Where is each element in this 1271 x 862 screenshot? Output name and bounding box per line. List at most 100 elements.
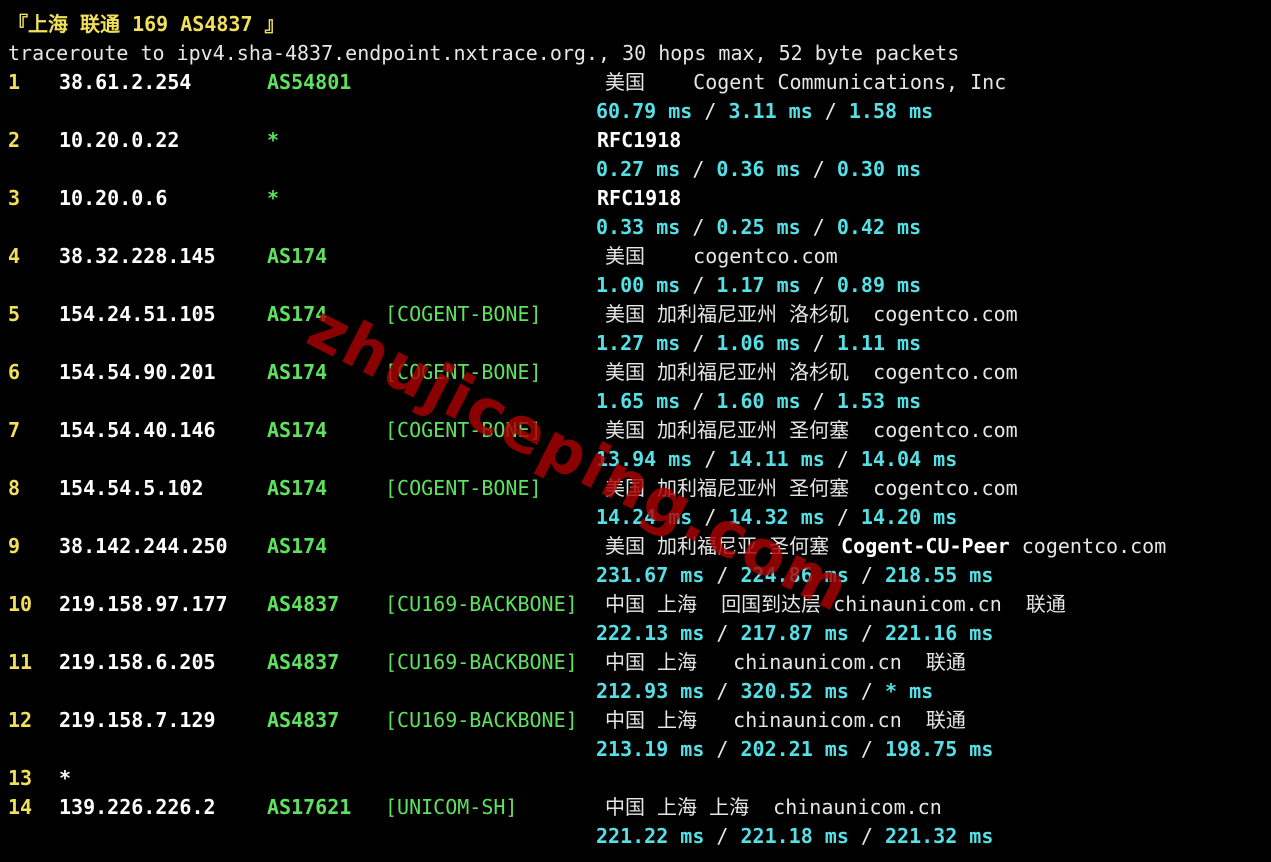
hop-rtt-row: 222.13 ms / 217.87 ms / 221.16 ms [596, 619, 993, 648]
hop-tag: [COGENT-BONE] [385, 418, 542, 442]
hop-number: 2 [8, 128, 21, 152]
hop-row: 8 154.54.5.102 AS174 [COGENT-BONE] 美国 加利福尼亚州… [8, 474, 1268, 503]
hop-rtt-value: 14.20 ms [860, 505, 958, 529]
hop-rtt-value: 60.79 ms [596, 99, 693, 123]
rtt-separator: / [704, 824, 741, 848]
hop-ip: 10.20.0.6 [59, 186, 168, 210]
rtt-separator: / [704, 563, 741, 587]
hop-rtt-row: 1.00 ms / 1.17 ms / 0.89 ms [596, 271, 921, 300]
rtt-separator: / [704, 679, 741, 703]
hop-ip: 219.158.97.177 [59, 592, 228, 616]
hop-rtt-row: 231.67 ms / 224.86 ms / 218.55 ms [596, 561, 993, 590]
hop-rtt-value: 218.55 ms [885, 563, 994, 587]
hop-tag: [COGENT-BONE] [385, 302, 542, 326]
rtt-separator: / [800, 273, 837, 297]
hop-rtt-row: 0.27 ms / 0.36 ms / 0.30 ms [596, 155, 921, 184]
hop-rtt-value: 231.67 ms [596, 563, 705, 587]
hop-geo: 中国 上海 回国到达层 chinaunicom.cn 联通 [605, 592, 1066, 616]
hop-tag: [CU169-BACKBONE] [385, 708, 578, 732]
hop-row: 7 154.54.40.146 AS174 [COGENT-BONE] 美国 加利福尼亚… [8, 416, 1268, 445]
hop-number: 7 [8, 418, 21, 442]
hop-ip: 154.54.5.102 [59, 476, 204, 500]
hop-rtt-value: 1.53 ms [836, 389, 922, 413]
hop-asn: AS174 [267, 244, 328, 268]
hop-rtt-value: 13.94 ms [596, 447, 693, 471]
hop-asn: AS17621 [267, 795, 352, 819]
rtt-separator: / [824, 447, 861, 471]
hop-rtt-value: 14.11 ms [728, 447, 825, 471]
hop-tag: [COGENT-BONE] [385, 360, 542, 384]
hop-asn: AS174 [267, 418, 328, 442]
hop-row: 1 38.61.2.254 AS54801 美国 Cogent Communicati… [8, 68, 1268, 97]
hop-number: 6 [8, 360, 21, 384]
rtt-separator: / [680, 389, 717, 413]
hop-number: 9 [8, 534, 21, 558]
hop-ip: * [59, 766, 72, 790]
hop-rtt-value: 221.22 ms [596, 824, 705, 848]
hop-rtt-value: 0.30 ms [836, 157, 922, 181]
hop-geo: 美国 加利福尼亚 圣何塞 Cogent-CU-Peer cogentco.com [605, 532, 1166, 561]
rtt-separator: / [680, 215, 717, 239]
hop-rtt-value: 221.18 ms [740, 824, 849, 848]
hop-rtt-value: 14.24 ms [596, 505, 693, 529]
rtt-separator: / [692, 447, 729, 471]
hop-geo: 中国 上海 chinaunicom.cn 联通 [605, 708, 966, 732]
hop-rtt-value: 3.11 ms [728, 99, 813, 123]
hop-ip: 154.54.40.146 [59, 418, 216, 442]
hop-rtt-row: 212.93 ms / 320.52 ms / * ms [596, 677, 933, 706]
hop-rtt-row: 221.22 ms / 221.18 ms / 221.32 ms [596, 822, 993, 851]
hop-asn: AS4837 [267, 708, 340, 732]
rtt-separator: / [680, 157, 717, 181]
rtt-separator: / [692, 505, 729, 529]
hop-rtt-value: 320.52 ms [740, 679, 849, 703]
hop-geo: 美国 加利福尼亚州 洛杉矶 cogentco.com [605, 302, 1018, 326]
hop-number: 1 [8, 70, 21, 94]
traceroute-command-line: traceroute to ipv4.sha-4837.endpoint.nxt… [8, 41, 960, 65]
hop-ip: 219.158.7.129 [59, 708, 216, 732]
hop-asn: * [267, 128, 280, 152]
hop-rtt-value: 14.04 ms [860, 447, 958, 471]
hop-ip: 10.20.0.22 [59, 128, 180, 152]
hop-asn: AS174 [267, 534, 328, 558]
hop-number: 12 [8, 708, 33, 732]
hop-rtt-value: 0.42 ms [836, 215, 922, 239]
hop-rtt-row: 14.24 ms / 14.32 ms / 14.20 ms [596, 503, 957, 532]
hop-rtt-value: 14.32 ms [728, 505, 825, 529]
hop-rtt-value: 1.60 ms [716, 389, 801, 413]
rtt-separator: / [680, 331, 717, 355]
hop-rtt-row: 60.79 ms / 3.11 ms / 1.58 ms [596, 97, 933, 126]
hop-rtt-value: 212.93 ms [596, 679, 705, 703]
hop-rtt-value: 0.36 ms [716, 157, 801, 181]
hop-rtt-value: 224.86 ms [740, 563, 849, 587]
hop-rtt-value: 0.89 ms [836, 273, 922, 297]
hop-geo: 美国 加利福尼亚州 圣何塞 cogentco.com [605, 476, 1018, 500]
hop-rtt-value: 221.16 ms [885, 621, 994, 645]
hop-rtt-value: 202.21 ms [740, 737, 849, 761]
hop-rtt-value: 198.75 ms [885, 737, 994, 761]
hop-rtt-value: 0.25 ms [716, 215, 801, 239]
hop-ip: 139.226.226.2 [59, 795, 216, 819]
hop-asn: * [267, 186, 280, 210]
hop-number: 3 [8, 186, 21, 210]
hop-ip: 38.61.2.254 [59, 70, 192, 94]
hop-geo: 美国 Cogent Communications, Inc [605, 70, 1007, 94]
hop-ip: 219.158.6.205 [59, 650, 216, 674]
hop-tag: [COGENT-BONE] [385, 476, 542, 500]
rtt-separator: / [848, 621, 885, 645]
hop-geo: 中国 上海 chinaunicom.cn 联通 [605, 650, 966, 674]
hop-geo-location: 美国 加利福尼亚 圣何塞 [605, 534, 842, 558]
hop-rtt-value: 1.11 ms [836, 331, 922, 355]
hop-rtt-value: 217.87 ms [740, 621, 849, 645]
hop-rtt-row: 0.33 ms / 0.25 ms / 0.42 ms [596, 213, 921, 242]
rtt-separator: / [704, 737, 741, 761]
rtt-separator: / [800, 215, 837, 239]
traceroute-title: 『上海 联通 169 AS4837 』 [8, 12, 285, 36]
hop-geo-peer: Cogent-CU-Peer [841, 534, 1010, 558]
hop-number: 4 [8, 244, 21, 268]
hop-ip: 38.32.228.145 [59, 244, 216, 268]
rtt-separator: / [692, 99, 729, 123]
hop-row: 3 10.20.0.6 * RFC1918 [8, 184, 1268, 213]
hop-ip: 154.24.51.105 [59, 302, 216, 326]
hop-number: 8 [8, 476, 21, 500]
hop-asn: AS174 [267, 360, 328, 384]
